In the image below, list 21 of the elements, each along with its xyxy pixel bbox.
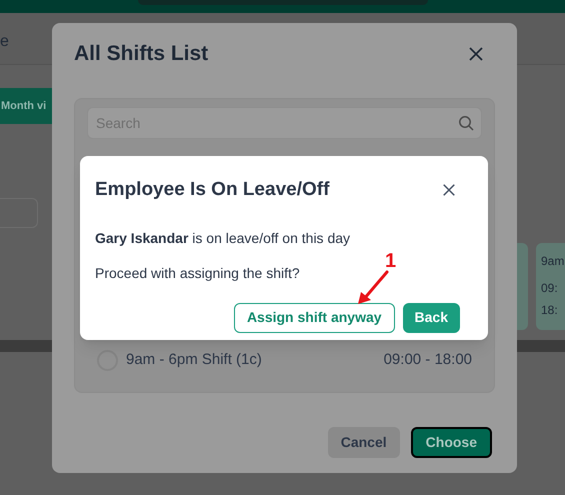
choose-button[interactable]: Choose (410, 427, 492, 458)
dialog-title: All Shifts List (74, 41, 208, 68)
assign-button[interactable]: Assign shift anyway (234, 302, 395, 332)
card-text: 09: (541, 280, 559, 297)
card-text: 18: (541, 302, 559, 319)
card-text: 9am (541, 253, 565, 270)
dialog-title: Employee Is On Leave/Off (95, 178, 330, 202)
message-text: Gary Iskandar is on leave/off on this day (95, 228, 352, 248)
cancel-button[interactable]: Cancel (328, 427, 400, 458)
annotation-number: 1 (385, 249, 396, 274)
annotation-arrow (356, 270, 390, 306)
shift-name: 9am - 6pm Shift (1c) (126, 350, 263, 370)
close-icon[interactable] (442, 183, 456, 198)
question-text: Proceed with assigning the shift? (95, 264, 301, 283)
search-icon[interactable] (458, 115, 474, 131)
month-view-button[interactable]: Month vi (0, 88, 52, 124)
back-button[interactable]: Back (402, 302, 460, 332)
shift-time: 09:00 - 18:00 (384, 350, 472, 370)
close-icon[interactable] (468, 46, 484, 62)
header-text: e (0, 32, 9, 52)
shift-card[interactable]: 9am 09: 18: (536, 243, 565, 330)
